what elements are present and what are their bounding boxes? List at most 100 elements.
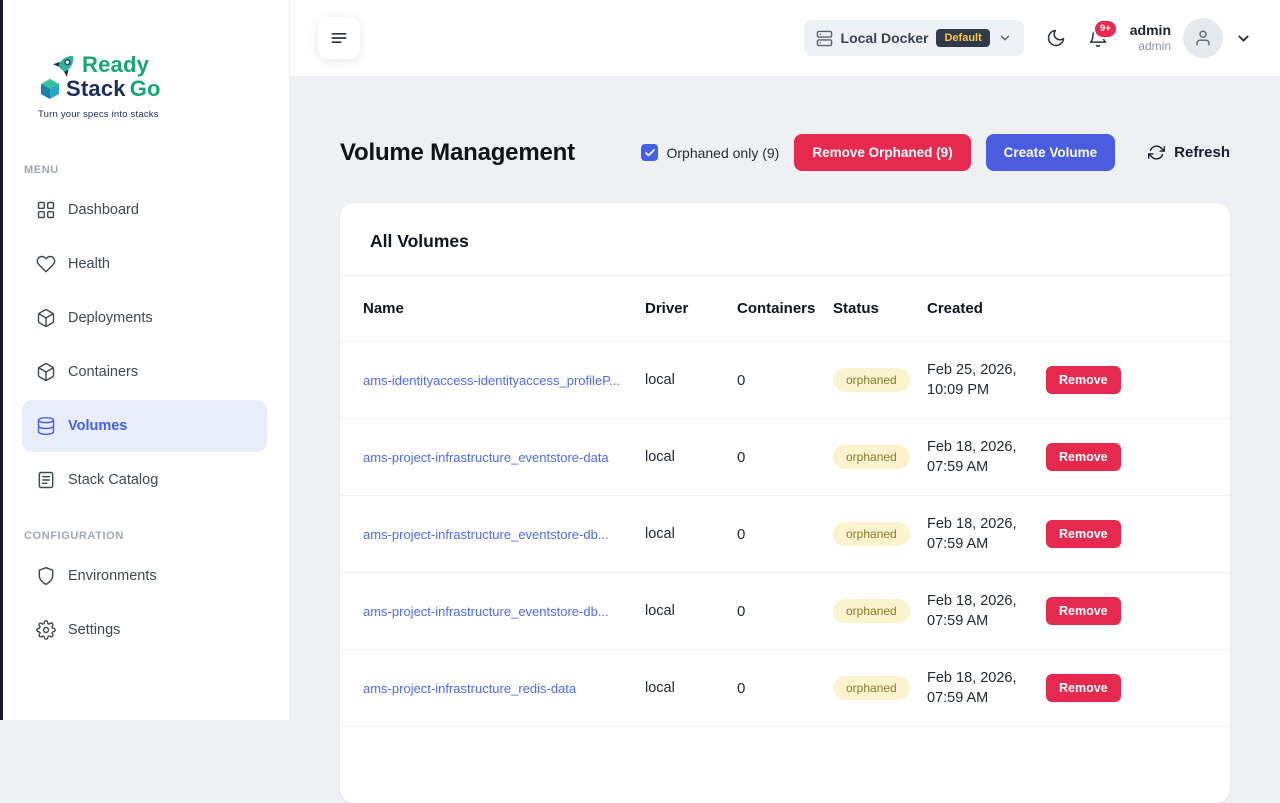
brand-name-stack: Stack <box>66 76 126 102</box>
gear-icon <box>36 620 56 640</box>
orphaned-only-checkbox[interactable] <box>641 144 658 161</box>
moon-icon <box>1046 28 1066 48</box>
refresh-button[interactable]: Refresh <box>1148 144 1230 161</box>
volume-containers: 0 <box>737 650 833 727</box>
volume-containers: 0 <box>737 419 833 496</box>
heart-icon <box>36 254 56 274</box>
refresh-label: Refresh <box>1174 144 1230 161</box>
page-title: Volume Management <box>340 139 575 167</box>
volume-name-link[interactable]: ams-project-infrastructure_eventstore-db… <box>363 527 645 542</box>
notifications-button[interactable]: 9+ <box>1088 28 1108 48</box>
volume-name-link[interactable]: ams-identityaccess-identityaccess_profil… <box>363 373 645 388</box>
topbar: Local Docker Default 9+ <box>290 0 1280 76</box>
user-name: admin <box>1130 22 1171 39</box>
shield-icon <box>36 566 56 586</box>
sidebar-section-label: MENU <box>24 164 265 176</box>
status-badge: orphaned <box>833 676 910 700</box>
status-badge: orphaned <box>833 522 910 546</box>
status-badge: orphaned <box>833 368 910 392</box>
user-role: admin <box>1130 39 1171 54</box>
sidebar-item-environments[interactable]: Environments <box>22 550 267 602</box>
cube-logo-icon <box>38 77 62 101</box>
brand-name-go: Go <box>130 76 161 102</box>
app: Ready StackGo Turn your specs into stack… <box>0 0 1280 720</box>
docker-context-selector[interactable]: Local Docker Default <box>804 20 1024 56</box>
chevron-down-icon <box>998 31 1012 45</box>
remove-volume-button[interactable]: Remove <box>1046 443 1121 471</box>
check-icon <box>644 147 656 159</box>
brand-name-ready: Ready <box>82 52 149 78</box>
volume-created: Feb 18, 2026, 07:59 AM <box>927 573 1046 650</box>
default-badge: Default <box>936 29 989 47</box>
server-icon <box>816 30 833 47</box>
catalog-icon <box>36 470 56 490</box>
volume-containers: 0 <box>737 342 833 419</box>
sidebar-item-deployments[interactable]: Deployments <box>22 292 267 344</box>
remove-volume-button[interactable]: Remove <box>1046 674 1121 702</box>
remove-volume-button[interactable]: Remove <box>1046 520 1121 548</box>
col-created: Created <box>927 276 1046 342</box>
database-icon <box>36 416 56 436</box>
sidebar-item-volumes[interactable]: Volumes <box>22 400 267 452</box>
remove-volume-button[interactable]: Remove <box>1046 366 1121 394</box>
sidebar-item-containers[interactable]: Containers <box>22 346 267 398</box>
table-row: ams-project-infrastructure_redis-dataloc… <box>340 650 1230 727</box>
remove-volume-button[interactable]: Remove <box>1046 597 1121 625</box>
sidebar-item-dashboard[interactable]: Dashboard <box>22 184 267 236</box>
sidebar-item-label: Containers <box>68 364 138 380</box>
volume-created: Feb 25, 2026, 10:09 PM <box>927 342 1046 419</box>
user-menu[interactable]: admin admin <box>1130 18 1252 58</box>
volume-name-link[interactable]: ams-project-infrastructure_redis-data <box>363 681 645 696</box>
main-content: Volume Management Orphaned only (9) Remo… <box>290 76 1280 803</box>
table-row: ams-project-infrastructure_eventstore-db… <box>340 496 1230 573</box>
grid-icon <box>36 200 56 220</box>
sidebar-section-label: CONFIGURATION <box>24 530 265 542</box>
status-badge: orphaned <box>833 445 910 469</box>
orphaned-only-label: Orphaned only (9) <box>666 145 779 161</box>
box-icon <box>36 362 56 382</box>
notification-count-badge: 9+ <box>1093 19 1118 39</box>
package-icon <box>36 308 56 328</box>
sidebar-toggle-button[interactable] <box>318 17 360 59</box>
volume-name-link[interactable]: ams-project-infrastructure_eventstore-db… <box>363 604 645 619</box>
refresh-icon <box>1148 144 1165 161</box>
create-volume-button[interactable]: Create Volume <box>986 134 1116 171</box>
brand-tagline: Turn your specs into stacks <box>38 109 190 120</box>
user-icon <box>1194 29 1212 47</box>
sidebar-item-label: Dashboard <box>68 202 139 218</box>
sidebar-item-label: Environments <box>68 568 157 584</box>
sidebar-item-stack-catalog[interactable]: Stack Catalog <box>22 454 267 506</box>
sidebar-item-label: Volumes <box>68 418 127 434</box>
sidebar-item-health[interactable]: Health <box>22 238 267 290</box>
remove-orphaned-button[interactable]: Remove Orphaned (9) <box>794 134 970 171</box>
table-header-row: Name Driver Containers Status Created <box>340 276 1230 342</box>
volume-driver: local <box>645 342 737 419</box>
volumes-table-body: ams-identityaccess-identityaccess_profil… <box>340 342 1230 727</box>
sidebar-item-settings[interactable]: Settings <box>22 604 267 656</box>
table-row: ams-identityaccess-identityaccess_profil… <box>340 342 1230 419</box>
window-edge <box>0 0 3 720</box>
sidebar-nav: MENU Dashboard Health Deployments Containers… <box>0 164 289 656</box>
volume-name-link[interactable]: ams-project-infrastructure_eventstore-da… <box>363 450 645 465</box>
volume-driver: local <box>645 419 737 496</box>
col-status: Status <box>833 276 927 342</box>
volume-created: Feb 18, 2026, 07:59 AM <box>927 419 1046 496</box>
table-row: ams-project-infrastructure_eventstore-da… <box>340 419 1230 496</box>
volume-containers: 0 <box>737 496 833 573</box>
col-name: Name <box>340 276 645 342</box>
sidebar-item-label: Settings <box>68 622 120 638</box>
status-badge: orphaned <box>833 599 910 623</box>
sidebar-item-label: Deployments <box>68 310 153 326</box>
volumes-card: All Volumes Name Driver Containers Statu… <box>340 203 1230 803</box>
docker-context-label: Local Docker <box>841 30 929 46</box>
page-header: Volume Management Orphaned only (9) Remo… <box>340 134 1230 171</box>
chevron-down-icon <box>1235 30 1252 47</box>
card-title: All Volumes <box>340 203 1230 275</box>
avatar <box>1183 18 1223 58</box>
orphaned-only-filter[interactable]: Orphaned only (9) <box>641 144 779 161</box>
dark-mode-toggle[interactable] <box>1046 28 1066 48</box>
sidebar: Ready StackGo Turn your specs into stack… <box>0 0 290 720</box>
volume-driver: local <box>645 650 737 727</box>
table-row: ams-project-infrastructure_eventstore-db… <box>340 573 1230 650</box>
col-actions <box>1046 276 1230 342</box>
